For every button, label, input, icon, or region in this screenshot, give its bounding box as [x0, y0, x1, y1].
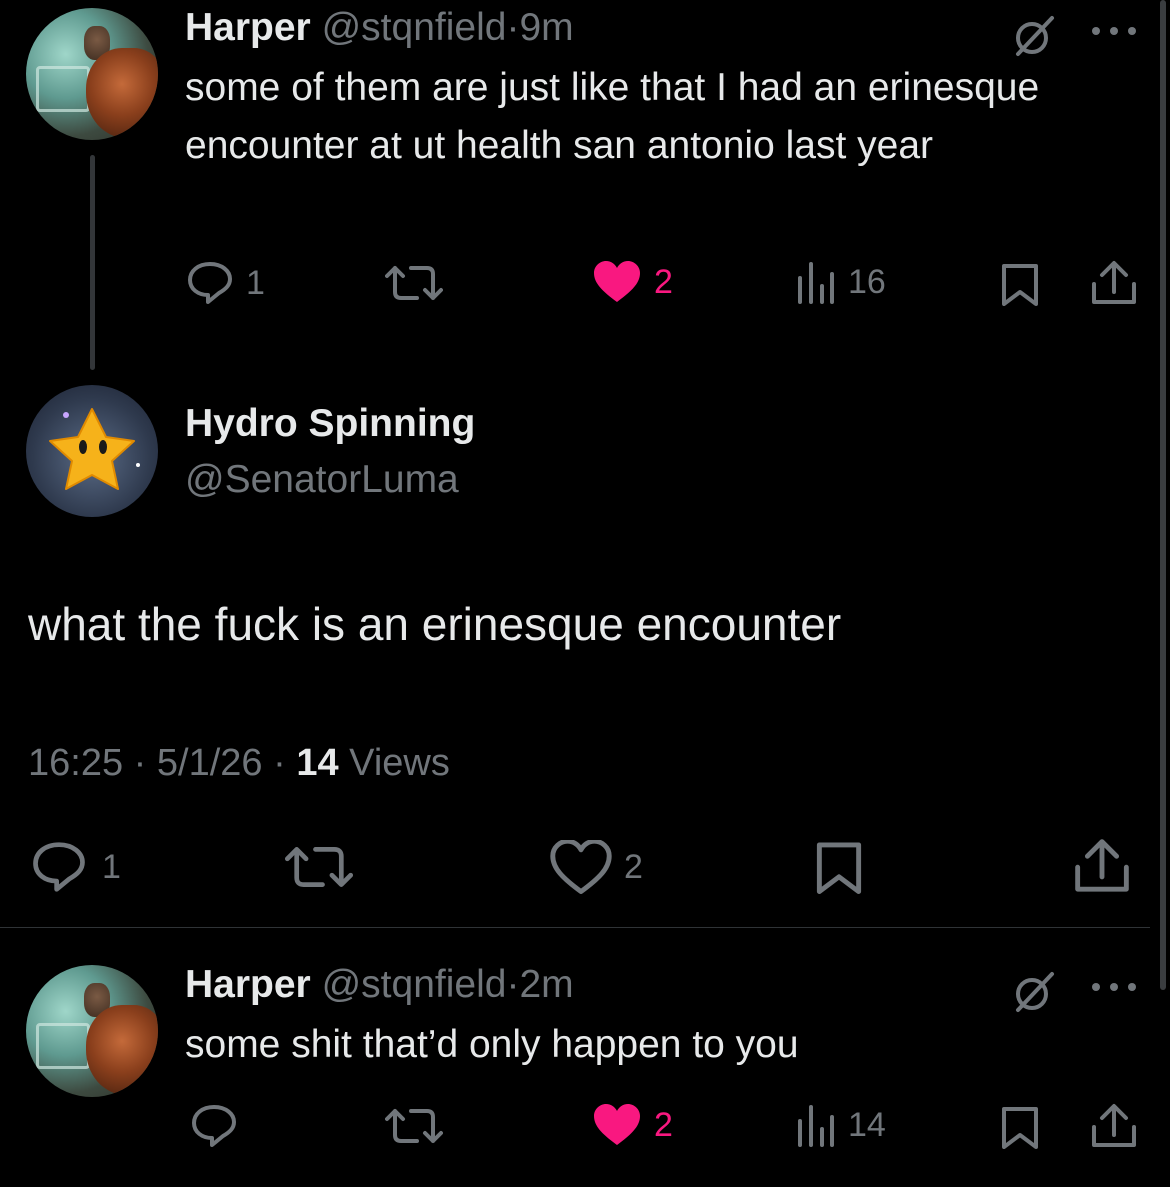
views-button[interactable]: 16 — [796, 260, 886, 304]
reply-button[interactable]: 1 — [186, 260, 265, 306]
avatar[interactable] — [26, 965, 158, 1097]
avatar[interactable] — [26, 385, 158, 517]
retweet-icon — [385, 1109, 443, 1143]
retweet-icon — [284, 847, 354, 887]
like-button[interactable]: 2 — [592, 260, 673, 304]
share-icon — [1092, 1104, 1136, 1147]
reply-icon — [188, 262, 232, 304]
heart-icon — [594, 1104, 640, 1145]
heart-icon — [594, 261, 640, 302]
more-icon[interactable] — [1090, 24, 1140, 42]
separator: · — [506, 6, 520, 49]
avatar[interactable] — [26, 8, 158, 140]
view-count: 14 — [296, 742, 339, 784]
share-icon — [1075, 839, 1129, 892]
reply-button[interactable] — [190, 1103, 238, 1149]
timestamp[interactable]: 9m — [519, 6, 573, 49]
reply-count: 1 — [246, 263, 265, 302]
bookmark-button[interactable] — [1000, 262, 1040, 306]
tweet-text: some of them are just like that I had an… — [185, 66, 1040, 167]
like-count: 2 — [654, 262, 673, 301]
bookmark-icon — [1002, 264, 1038, 306]
heart-icon — [550, 840, 612, 894]
handle[interactable]: @SenatorLuma — [185, 458, 459, 502]
tweet-meta: 16:25 · 5/1/26 · 14 Views — [28, 742, 450, 785]
like-count: 2 — [654, 1105, 673, 1144]
view-count: 16 — [848, 262, 886, 301]
display-name[interactable]: Harper — [185, 963, 311, 1006]
reply-icon — [33, 842, 85, 892]
bookmark-icon — [816, 842, 862, 894]
like-count: 2 — [624, 847, 643, 886]
reply-icon — [192, 1105, 236, 1147]
views-icon — [798, 262, 834, 304]
reply-count: 1 — [102, 847, 121, 886]
tweet-text: what the fuck is an erinesque encounter — [28, 598, 842, 650]
share-button[interactable] — [1090, 1103, 1138, 1149]
bookmark-button[interactable] — [1000, 1105, 1040, 1149]
retweet-button[interactable] — [385, 260, 443, 306]
thread-connector — [90, 155, 95, 370]
more-icon[interactable] — [1090, 980, 1140, 998]
like-button[interactable]: 2 — [592, 1103, 673, 1147]
share-button[interactable] — [1090, 260, 1138, 306]
date[interactable]: 5/1/26 — [157, 742, 263, 784]
tweet-text: some shit that’d only happen to you — [185, 1023, 799, 1066]
timestamp[interactable]: 16:25 — [28, 742, 123, 784]
timestamp[interactable]: 2m — [519, 963, 573, 1006]
handle[interactable]: @stqnfield — [322, 6, 507, 49]
view-count: 14 — [848, 1105, 886, 1144]
scrollbar[interactable] — [1160, 0, 1166, 990]
views-label: Views — [349, 742, 450, 784]
tweet-header: Harper @stqnfield·9m — [185, 6, 574, 50]
retweet-button[interactable] — [385, 1103, 443, 1149]
divider — [0, 927, 1150, 928]
bookmark-button[interactable] — [814, 840, 864, 894]
grok-icon[interactable] — [1012, 970, 1056, 1019]
retweet-icon — [385, 266, 443, 300]
handle[interactable]: @stqnfield — [322, 963, 507, 1006]
separator: · — [506, 963, 520, 1006]
bookmark-icon — [1002, 1107, 1038, 1149]
display-name[interactable]: Hydro Spinning — [185, 402, 475, 446]
share-button[interactable] — [1072, 838, 1132, 894]
share-icon — [1092, 261, 1136, 304]
retweet-button[interactable] — [284, 840, 354, 894]
separator: · — [273, 742, 286, 784]
grok-icon[interactable] — [1012, 14, 1056, 63]
views-button[interactable]: 14 — [796, 1103, 886, 1147]
views-icon — [798, 1105, 834, 1147]
tweet-header: Harper @stqnfield·2m — [185, 963, 574, 1007]
like-button[interactable]: 2 — [550, 840, 643, 894]
reply-button[interactable]: 1 — [28, 840, 121, 894]
separator: · — [133, 742, 147, 784]
display-name[interactable]: Harper — [185, 6, 311, 49]
